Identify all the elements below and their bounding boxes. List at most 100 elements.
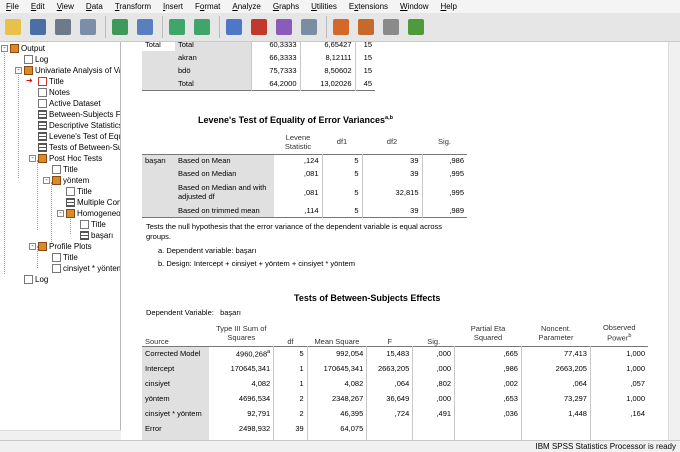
goto-data-button[interactable] (223, 16, 245, 38)
sig-cell: ,000 (412, 391, 455, 406)
outline-item[interactable]: Descriptive Statistics (38, 120, 120, 131)
dialog-recall-button[interactable] (134, 16, 156, 38)
ss-cell: 4960,268a (235, 349, 271, 359)
outline-item[interactable]: Title (38, 76, 64, 87)
between-title: Tests of Between-Subjects Effects (294, 293, 441, 303)
variables-button[interactable] (298, 16, 320, 38)
outline-item-label: Tests of Between-Subjects (49, 143, 120, 152)
menu-format[interactable]: Format (189, 0, 226, 13)
pw-cell (589, 421, 648, 436)
page-icon (24, 55, 33, 64)
book-icon (38, 242, 47, 251)
table-icon (66, 198, 75, 207)
sig-cell (412, 421, 455, 436)
print-button[interactable] (52, 16, 74, 38)
col-header: Noncent. Parameter (538, 323, 574, 342)
table-row: cinsiyet * yöntem 92,791 2 46,395,724,491,0… (142, 406, 648, 421)
print-preview-button[interactable] (77, 16, 99, 38)
export-button[interactable] (109, 16, 131, 38)
group-label: Total (145, 42, 161, 49)
create-title-button[interactable] (330, 16, 352, 38)
outline-item[interactable]: başarı (80, 230, 113, 241)
menu-insert[interactable]: Insert (157, 0, 189, 13)
outline-item[interactable]: yöntem (52, 175, 89, 186)
toolbar-separator (219, 16, 220, 38)
outline-item[interactable]: Profile Plots (38, 241, 92, 252)
designate-window-icon (383, 19, 399, 35)
outline-item[interactable]: Tests of Between-Subjects (38, 142, 120, 153)
outline-item[interactable]: Title (66, 186, 92, 197)
outline-item[interactable]: Title (80, 219, 106, 230)
outline-item[interactable]: Between-Subjects Factors (38, 109, 120, 120)
menu-window[interactable]: Window (394, 0, 434, 13)
tree-toggle[interactable]: - (57, 210, 64, 217)
row-label: Based on trimmed mean (175, 204, 274, 217)
outline-item[interactable]: Univariate Analysis of Variance (24, 65, 120, 76)
menu-edit[interactable]: Edit (25, 0, 51, 13)
df-cell: 39 (273, 421, 308, 436)
page-icon (52, 264, 61, 273)
outline-item-label: Homogeneous Subsets (77, 209, 121, 218)
source-label: cinsiyet * yöntem (142, 406, 209, 421)
row-label: Based on Median (175, 167, 274, 180)
menu-graphs[interactable]: Graphs (267, 0, 305, 13)
n-cell: 45 (354, 77, 375, 90)
dv-label: başarı (142, 154, 175, 167)
outline-item[interactable]: Log (24, 274, 48, 285)
stat-cell: ,081 (303, 169, 319, 178)
sig-cell: ,000 (412, 346, 455, 361)
menu-view[interactable]: View (51, 0, 80, 13)
outline-item-label: Active Dataset (49, 99, 101, 108)
tree-toggle[interactable]: - (43, 177, 50, 184)
open-button[interactable] (2, 16, 24, 38)
n-cell: 15 (354, 51, 375, 64)
col-header: Observed Powerb (602, 323, 636, 343)
between-table-body: Corrected Model 4960,268a 5 992,054 15,483,0… (142, 346, 648, 440)
tree-toggle[interactable]: - (29, 155, 36, 162)
outline-item[interactable]: Log (24, 54, 48, 65)
current-item-arrow-icon: ➜ (26, 76, 33, 85)
menu-utilities[interactable]: Utilities (305, 0, 343, 13)
vertical-scrollbar[interactable] (668, 42, 680, 440)
outline-item[interactable]: Post Hoc Tests (38, 153, 102, 164)
undo-button[interactable] (166, 16, 188, 38)
outline-item[interactable]: Notes (38, 87, 70, 98)
menu-help[interactable]: Help (434, 0, 462, 13)
outline-item[interactable]: Title (52, 252, 78, 263)
tree-line (37, 160, 38, 230)
outline-item[interactable]: Levene's Test of Equality (38, 131, 120, 142)
menu-extensions[interactable]: Extensions (343, 0, 394, 13)
goto-case-button[interactable] (248, 16, 270, 38)
toolbar-separator (105, 16, 106, 38)
col-header: df1 (336, 137, 348, 147)
outline-item[interactable]: Homogeneous Subsets (66, 208, 121, 219)
f-cell: 15,483 (366, 346, 413, 361)
add-button[interactable] (405, 16, 427, 38)
designate-window-button[interactable] (380, 16, 402, 38)
outline-item[interactable]: cinsiyet * yöntem (52, 263, 120, 274)
tree-toggle[interactable]: - (15, 67, 22, 74)
f-cell: 2663,205 (366, 361, 413, 376)
sig-cell: ,995 (421, 167, 467, 180)
tree-toggle[interactable]: - (29, 243, 36, 250)
outline-horizontal-scrollbar[interactable] (0, 430, 121, 440)
outline-item-label: Output (21, 44, 46, 53)
output-viewer[interactable]: Total Total 60,3333 6,65427 15 akran 66,… (122, 42, 680, 440)
outline-item[interactable]: Multiple Comparisons (66, 197, 120, 208)
pw-cell: ,057 (589, 376, 648, 391)
outline-item[interactable]: Active Dataset (38, 98, 101, 109)
outline-item[interactable]: Title (52, 164, 78, 175)
menu-transform[interactable]: Transform (109, 0, 157, 13)
outline-item-label: Title (91, 220, 106, 229)
redo-button[interactable] (191, 16, 213, 38)
tree-toggle[interactable]: - (1, 45, 8, 52)
outline-item[interactable]: Output (10, 43, 45, 54)
menu-data[interactable]: Data (80, 0, 109, 13)
menu-file[interactable]: File (0, 0, 25, 13)
goto-variable-button[interactable] (273, 16, 295, 38)
insert-output-button[interactable] (355, 16, 377, 38)
outline-item-label: Notes (49, 88, 70, 97)
save-button[interactable] (27, 16, 49, 38)
outline-pane[interactable]: - Output Log - Univariate Analysis of Varian… (0, 42, 121, 440)
menu-analyze[interactable]: Analyze (226, 0, 266, 13)
